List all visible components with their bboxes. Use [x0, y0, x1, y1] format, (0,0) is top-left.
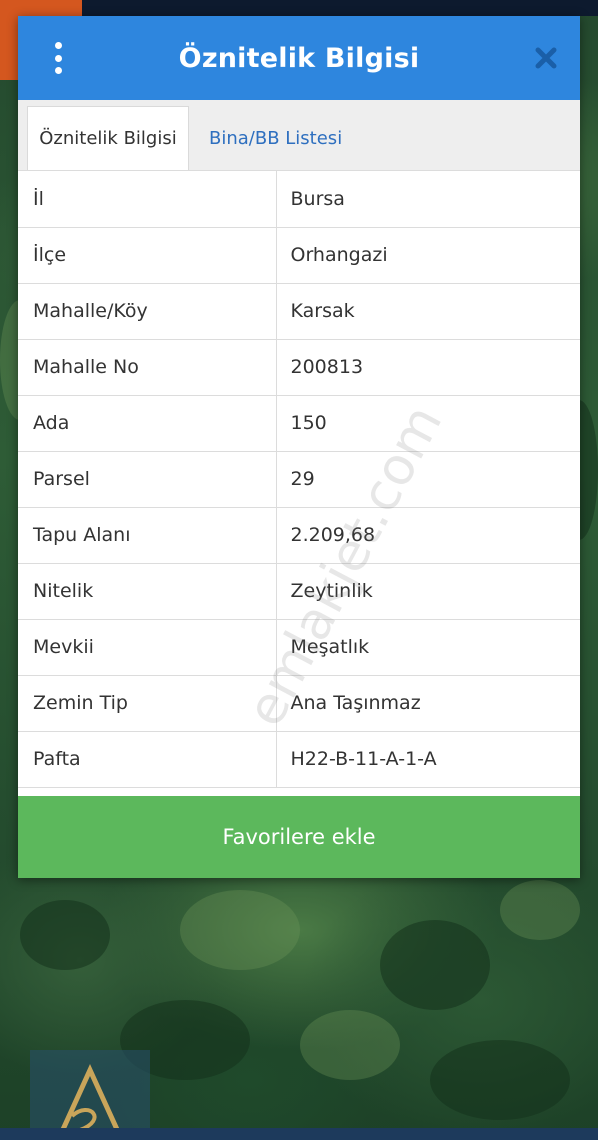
- table-row: Mahalle No 200813: [18, 339, 580, 396]
- row-value: H22-B-11-A-1-A: [276, 731, 580, 788]
- tree-canopy: [180, 890, 300, 970]
- top-strip: [82, 0, 598, 16]
- row-label: Parsel: [18, 451, 277, 508]
- row-label: Tapu Alanı: [18, 507, 277, 564]
- row-label: Pafta: [18, 731, 277, 788]
- table-row: Ada 150: [18, 395, 580, 452]
- row-value: Ana Taşınmaz: [276, 675, 580, 732]
- map-background[interactable]: Öznitelik Bilgisi Öznitelik Bilgisi Bina…: [0, 0, 598, 1140]
- row-label: Mevkii: [18, 619, 277, 676]
- row-label: İl: [18, 171, 277, 228]
- row-value: Bursa: [276, 171, 580, 228]
- more-vert-icon[interactable]: [50, 42, 66, 74]
- row-label: Nitelik: [18, 563, 277, 620]
- tree-canopy: [300, 1010, 400, 1080]
- row-label: Mahalle No: [18, 339, 277, 396]
- tree-canopy: [500, 880, 580, 940]
- table-row: Nitelik Zeytinlik: [18, 563, 580, 620]
- table-row: Tapu Alanı 2.209,68: [18, 507, 580, 564]
- table-row: Parsel 29: [18, 451, 580, 508]
- row-value: Karsak: [276, 283, 580, 340]
- attribute-dialog: Öznitelik Bilgisi Öznitelik Bilgisi Bina…: [18, 16, 580, 878]
- row-value: Orhangazi: [276, 227, 580, 284]
- add-to-favorites-button[interactable]: Favorilere ekle: [18, 796, 580, 878]
- row-value: 150: [276, 395, 580, 452]
- tree-canopy: [430, 1040, 570, 1120]
- dialog-title: Öznitelik Bilgisi: [178, 42, 420, 74]
- attribute-table: İl Bursa İlçe Orhangazi Mahalle/Köy Kars…: [18, 171, 580, 788]
- tree-canopy: [380, 920, 490, 1010]
- table-row: İl Bursa: [18, 171, 580, 228]
- table-row: Mahalle/Köy Karsak: [18, 283, 580, 340]
- row-label: İlçe: [18, 227, 277, 284]
- row-value: 29: [276, 451, 580, 508]
- agency-logo: [30, 1050, 150, 1140]
- dialog-header: Öznitelik Bilgisi: [18, 16, 580, 100]
- tab-building-list[interactable]: Bina/BB Listesi: [209, 106, 342, 170]
- row-label: Ada: [18, 395, 277, 452]
- tree-canopy: [20, 900, 110, 970]
- row-value: Zeytinlik: [276, 563, 580, 620]
- row-value: 200813: [276, 339, 580, 396]
- close-icon[interactable]: [532, 44, 560, 72]
- tab-bar: Öznitelik Bilgisi Bina/BB Listesi: [18, 100, 580, 171]
- table-row: Mevkii Meşatlık: [18, 619, 580, 676]
- row-label: Mahalle/Köy: [18, 283, 277, 340]
- row-value: 2.209,68: [276, 507, 580, 564]
- table-row: Zemin Tip Ana Taşınmaz: [18, 675, 580, 732]
- tab-attribute-info[interactable]: Öznitelik Bilgisi: [27, 106, 189, 170]
- table-row: İlçe Orhangazi: [18, 227, 580, 284]
- bottom-strip: [0, 1128, 598, 1140]
- row-value: Meşatlık: [276, 619, 580, 676]
- table-row: Pafta H22-B-11-A-1-A: [18, 731, 580, 788]
- row-label: Zemin Tip: [18, 675, 277, 732]
